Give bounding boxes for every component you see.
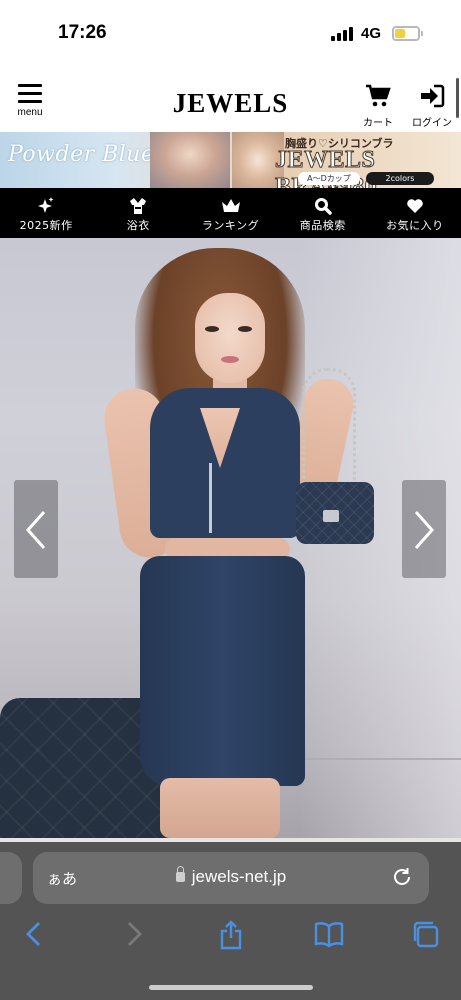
dress-skirt (140, 556, 305, 786)
tabs-icon[interactable] (411, 920, 441, 950)
forward-icon[interactable] (124, 920, 144, 948)
product-hero-image[interactable] (0, 238, 461, 838)
lock-icon (175, 866, 185, 882)
chevron-right-icon (414, 511, 435, 549)
nav-item-ranking[interactable]: ランキング (184, 188, 276, 238)
banner-model-image (150, 132, 230, 188)
battery-icon (392, 26, 420, 41)
banner-colors-pill: 2colors (366, 172, 434, 185)
kimono-icon (130, 198, 147, 214)
nav-label: お気に入り (386, 219, 444, 232)
status-time: 17:26 (58, 22, 107, 43)
url-display[interactable]: jewels-net.jp (33, 866, 429, 887)
crown-icon (221, 199, 240, 212)
network-type: 4G (361, 25, 382, 42)
status-bar: 17:26 4G (0, 0, 461, 70)
chevron-left-icon (25, 511, 46, 549)
address-bar[interactable]: ぁあ jewels-net.jp (33, 852, 429, 904)
url-text: jewels-net.jp (191, 867, 287, 886)
nav-item-yukata[interactable]: 浴衣 (92, 188, 184, 238)
sparkle-icon (38, 197, 54, 213)
heart-icon (407, 199, 423, 213)
promo-banner[interactable]: Powder Blue 胸盛り♡シリコンブラ JEWELS BRA¥980 A〜… (0, 132, 461, 188)
nav-item-search[interactable]: 商品検索 (277, 188, 369, 238)
browser-bottom-bar: ぁあ jewels-net.jp (0, 842, 461, 1000)
carousel-next-button[interactable] (402, 480, 446, 578)
cart-icon (366, 84, 391, 107)
previous-tab-pill[interactable] (0, 852, 22, 904)
search-icon (314, 198, 332, 215)
cart-label: カート (363, 118, 393, 129)
nav-item-new[interactable]: 2025新作 (0, 188, 92, 238)
bookmarks-icon[interactable] (313, 920, 345, 948)
login-button[interactable]: ログイン (407, 84, 457, 129)
scroll-indicator (456, 78, 459, 118)
cart-button[interactable]: カート (358, 84, 398, 129)
home-indicator (149, 985, 313, 990)
site-header: menu JEWELS カート ログイン (0, 70, 461, 132)
nav-label: ランキング (201, 219, 260, 232)
nav-label: 浴衣 (126, 219, 150, 232)
cellular-signal-icon (331, 27, 355, 41)
carousel-prev-button[interactable] (14, 480, 58, 578)
model-face (195, 293, 265, 383)
browser-toolbar (0, 920, 461, 960)
banner-script-title: Powder Blue (8, 142, 155, 167)
share-icon[interactable] (218, 920, 244, 950)
back-icon[interactable] (24, 920, 44, 948)
nav-label: 2025新作 (19, 219, 73, 232)
reload-icon[interactable] (391, 866, 413, 888)
nav-item-favorites[interactable]: お気に入り (369, 188, 461, 238)
nav-label: 商品検索 (299, 219, 346, 232)
category-nav: 2025新作 浴衣 ランキング 商品検索 お気に入り (0, 188, 461, 238)
login-icon (421, 84, 445, 108)
banner-size-pill: A〜Dカップ (298, 172, 360, 185)
login-label: ログイン (412, 118, 452, 129)
